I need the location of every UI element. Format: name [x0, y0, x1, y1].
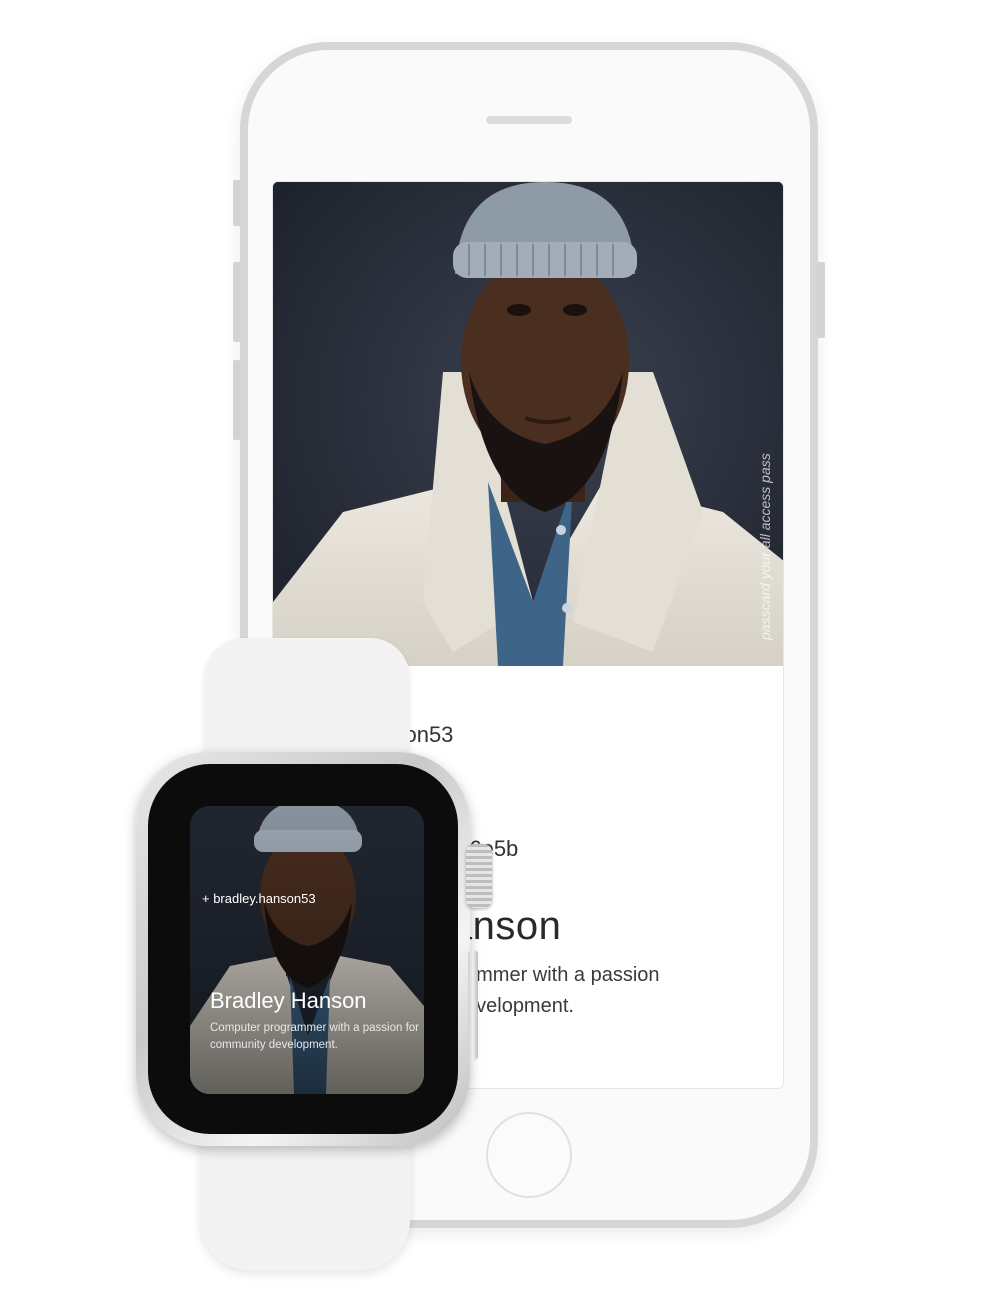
watch-handle: + bradley.hanson53	[202, 891, 316, 906]
card-bio: ammer with a passion evelopment.	[465, 964, 660, 1017]
phone-silent-switch	[233, 180, 241, 226]
vertical-tagline-text: passcard your all access pass	[757, 453, 773, 640]
watch-digital-crown[interactable]	[466, 844, 492, 908]
phone-home-button[interactable]	[486, 1112, 572, 1198]
phone-volume-down-button[interactable]	[233, 360, 241, 440]
phone-volume-up-button[interactable]	[233, 262, 241, 342]
watch-bio: Computer programmer with a passion for c…	[210, 1022, 419, 1051]
watch-side-button[interactable]	[468, 950, 478, 1060]
passcard-vertical-tagline: passcard your all access pass	[753, 404, 773, 644]
phone-power-button[interactable]	[817, 262, 825, 338]
phone-speaker	[486, 116, 572, 124]
profile-photo: passcard your all access pass	[273, 182, 783, 666]
watch-screen[interactable]: + bradley.hanson53 Bradley Hanson Comput…	[190, 806, 424, 1094]
portrait-illustration	[273, 182, 783, 666]
watch-name: Bradley Hanson	[210, 988, 367, 1013]
